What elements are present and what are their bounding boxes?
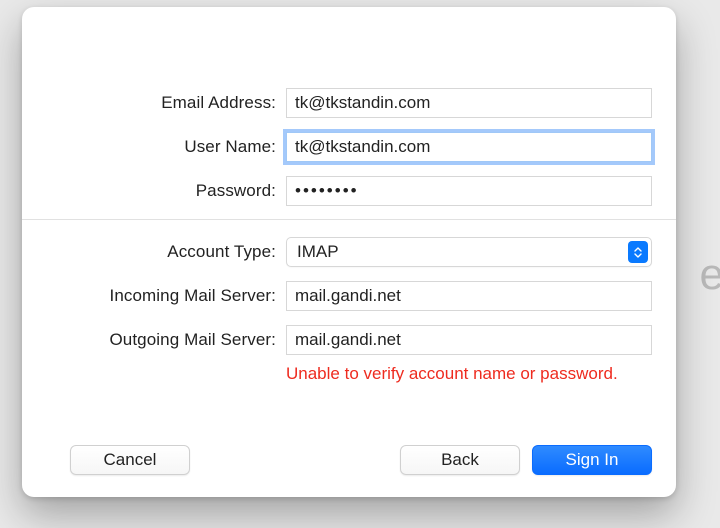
- error-row: Unable to verify account name or passwor…: [22, 362, 676, 384]
- outgoing-server-input[interactable]: [286, 325, 652, 355]
- back-button[interactable]: Back: [400, 445, 520, 475]
- password-input[interactable]: [286, 176, 652, 206]
- chevron-up-down-icon: [628, 241, 648, 263]
- label-username: User Name:: [22, 137, 286, 157]
- row-incoming: Incoming Mail Server:: [22, 274, 676, 318]
- signin-button[interactable]: Sign In: [532, 445, 652, 475]
- label-email: Email Address:: [22, 93, 286, 113]
- row-account-type: Account Type: IMAP: [22, 230, 676, 274]
- label-incoming: Incoming Mail Server:: [22, 286, 286, 306]
- email-input[interactable]: [286, 88, 652, 118]
- row-email: Email Address:: [22, 81, 676, 125]
- incoming-server-input[interactable]: [286, 281, 652, 311]
- account-type-value: IMAP: [297, 242, 339, 262]
- cancel-button[interactable]: Cancel: [70, 445, 190, 475]
- error-message: Unable to verify account name or passwor…: [286, 364, 618, 384]
- row-password: Password:: [22, 169, 676, 213]
- row-outgoing: Outgoing Mail Server:: [22, 318, 676, 362]
- username-input[interactable]: [286, 132, 652, 162]
- section-divider: [22, 219, 676, 220]
- mail-account-sheet: Email Address: User Name: Password: Acco…: [22, 7, 676, 497]
- row-username: User Name:: [22, 125, 676, 169]
- button-bar: Cancel Back Sign In: [22, 445, 676, 475]
- account-type-select[interactable]: IMAP: [286, 237, 652, 267]
- label-account-type: Account Type:: [22, 242, 286, 262]
- label-password: Password:: [22, 181, 286, 201]
- label-outgoing: Outgoing Mail Server:: [22, 330, 286, 350]
- background-glyph: e: [700, 250, 720, 300]
- form-area: Email Address: User Name: Password: Acco…: [22, 7, 676, 384]
